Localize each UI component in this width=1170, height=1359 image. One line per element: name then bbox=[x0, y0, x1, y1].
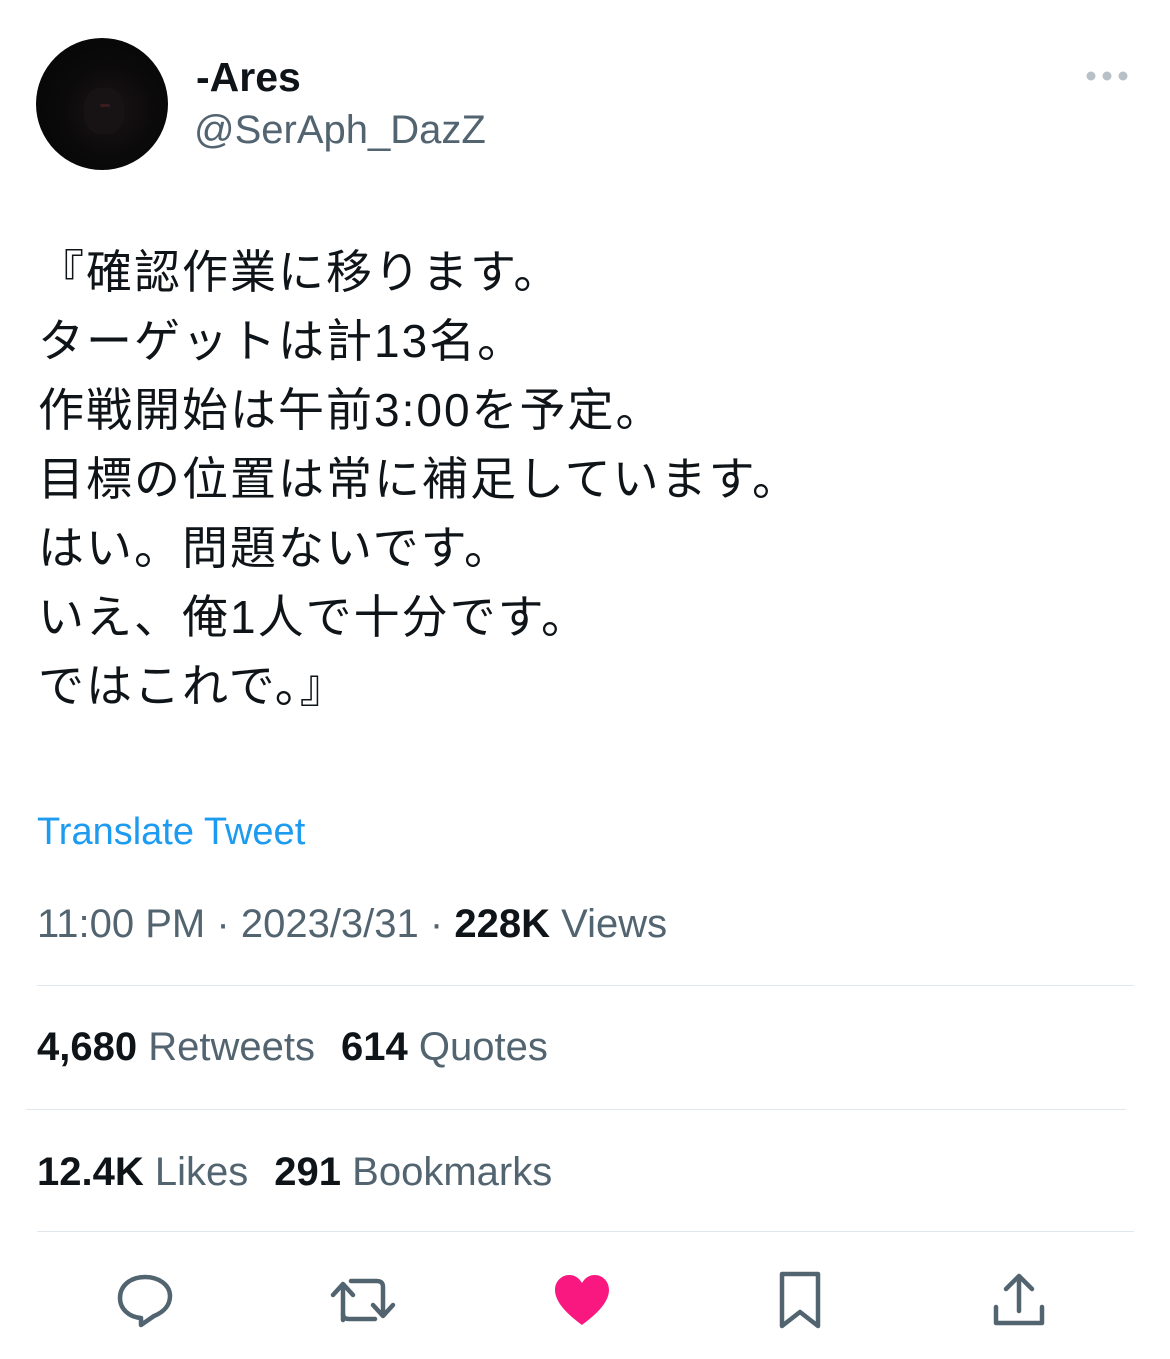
views-count: 228K bbox=[454, 902, 550, 946]
tweet-time[interactable]: 11:00 PM bbox=[37, 902, 205, 946]
likes-count: 12.4K bbox=[37, 1150, 144, 1194]
action-bar bbox=[0, 1262, 1170, 1338]
bookmarks-stat[interactable]: 291 Bookmarks bbox=[274, 1147, 552, 1197]
bookmarks-label: Bookmarks bbox=[352, 1150, 553, 1194]
quotes-label: Quotes bbox=[418, 1025, 548, 1069]
retweets-label: Retweets bbox=[148, 1025, 315, 1069]
retweet-icon bbox=[330, 1278, 396, 1323]
more-options-button[interactable] bbox=[1080, 56, 1134, 96]
reply-icon bbox=[117, 1274, 173, 1328]
likes-label: Likes bbox=[154, 1150, 249, 1194]
share-button[interactable] bbox=[981, 1262, 1057, 1338]
reply-button[interactable] bbox=[107, 1262, 183, 1338]
retweets-count: 4,680 bbox=[37, 1025, 138, 1069]
quotes-stat[interactable]: 614 Quotes bbox=[341, 1022, 548, 1072]
divider bbox=[26, 1109, 1126, 1110]
divider bbox=[37, 1231, 1134, 1232]
avatar-figure bbox=[84, 88, 124, 134]
tweet-text: 『確認作業に移ります。 ターゲットは計13名。 作戦開始は午前3:00を予定。 … bbox=[38, 246, 801, 712]
meta-separator: · bbox=[216, 902, 230, 946]
divider bbox=[37, 985, 1134, 986]
avatar[interactable] bbox=[36, 38, 168, 170]
bookmark-button[interactable] bbox=[762, 1262, 838, 1338]
stats-row-retweets-quotes: 4,680 Retweets 614 Quotes bbox=[37, 1022, 548, 1072]
tweet-date[interactable]: 2023/3/31 bbox=[241, 902, 419, 946]
views-label: Views bbox=[561, 902, 668, 946]
bookmarks-count: 291 bbox=[274, 1150, 342, 1194]
heart-icon bbox=[555, 1275, 609, 1325]
stats-row-likes-bookmarks: 12.4K Likes 291 Bookmarks bbox=[37, 1147, 552, 1197]
tweet-meta: 11:00 PM · 2023/3/31 · 228K Views bbox=[37, 899, 667, 949]
like-button[interactable] bbox=[544, 1262, 620, 1338]
display-name[interactable]: -Ares bbox=[196, 53, 301, 101]
translate-tweet-link[interactable]: Translate Tweet bbox=[37, 808, 305, 856]
share-icon bbox=[993, 1273, 1045, 1326]
retweets-stat[interactable]: 4,680 Retweets bbox=[37, 1022, 315, 1072]
likes-stat[interactable]: 12.4K Likes bbox=[37, 1147, 248, 1197]
avatar-eye bbox=[100, 104, 110, 107]
user-handle[interactable]: @SerAph_DazZ bbox=[194, 106, 486, 154]
more-icon bbox=[1086, 71, 1128, 81]
meta-separator: · bbox=[429, 902, 444, 946]
quotes-count: 614 bbox=[340, 1025, 408, 1069]
bookmark-icon bbox=[779, 1271, 821, 1329]
retweet-button[interactable] bbox=[325, 1262, 401, 1338]
